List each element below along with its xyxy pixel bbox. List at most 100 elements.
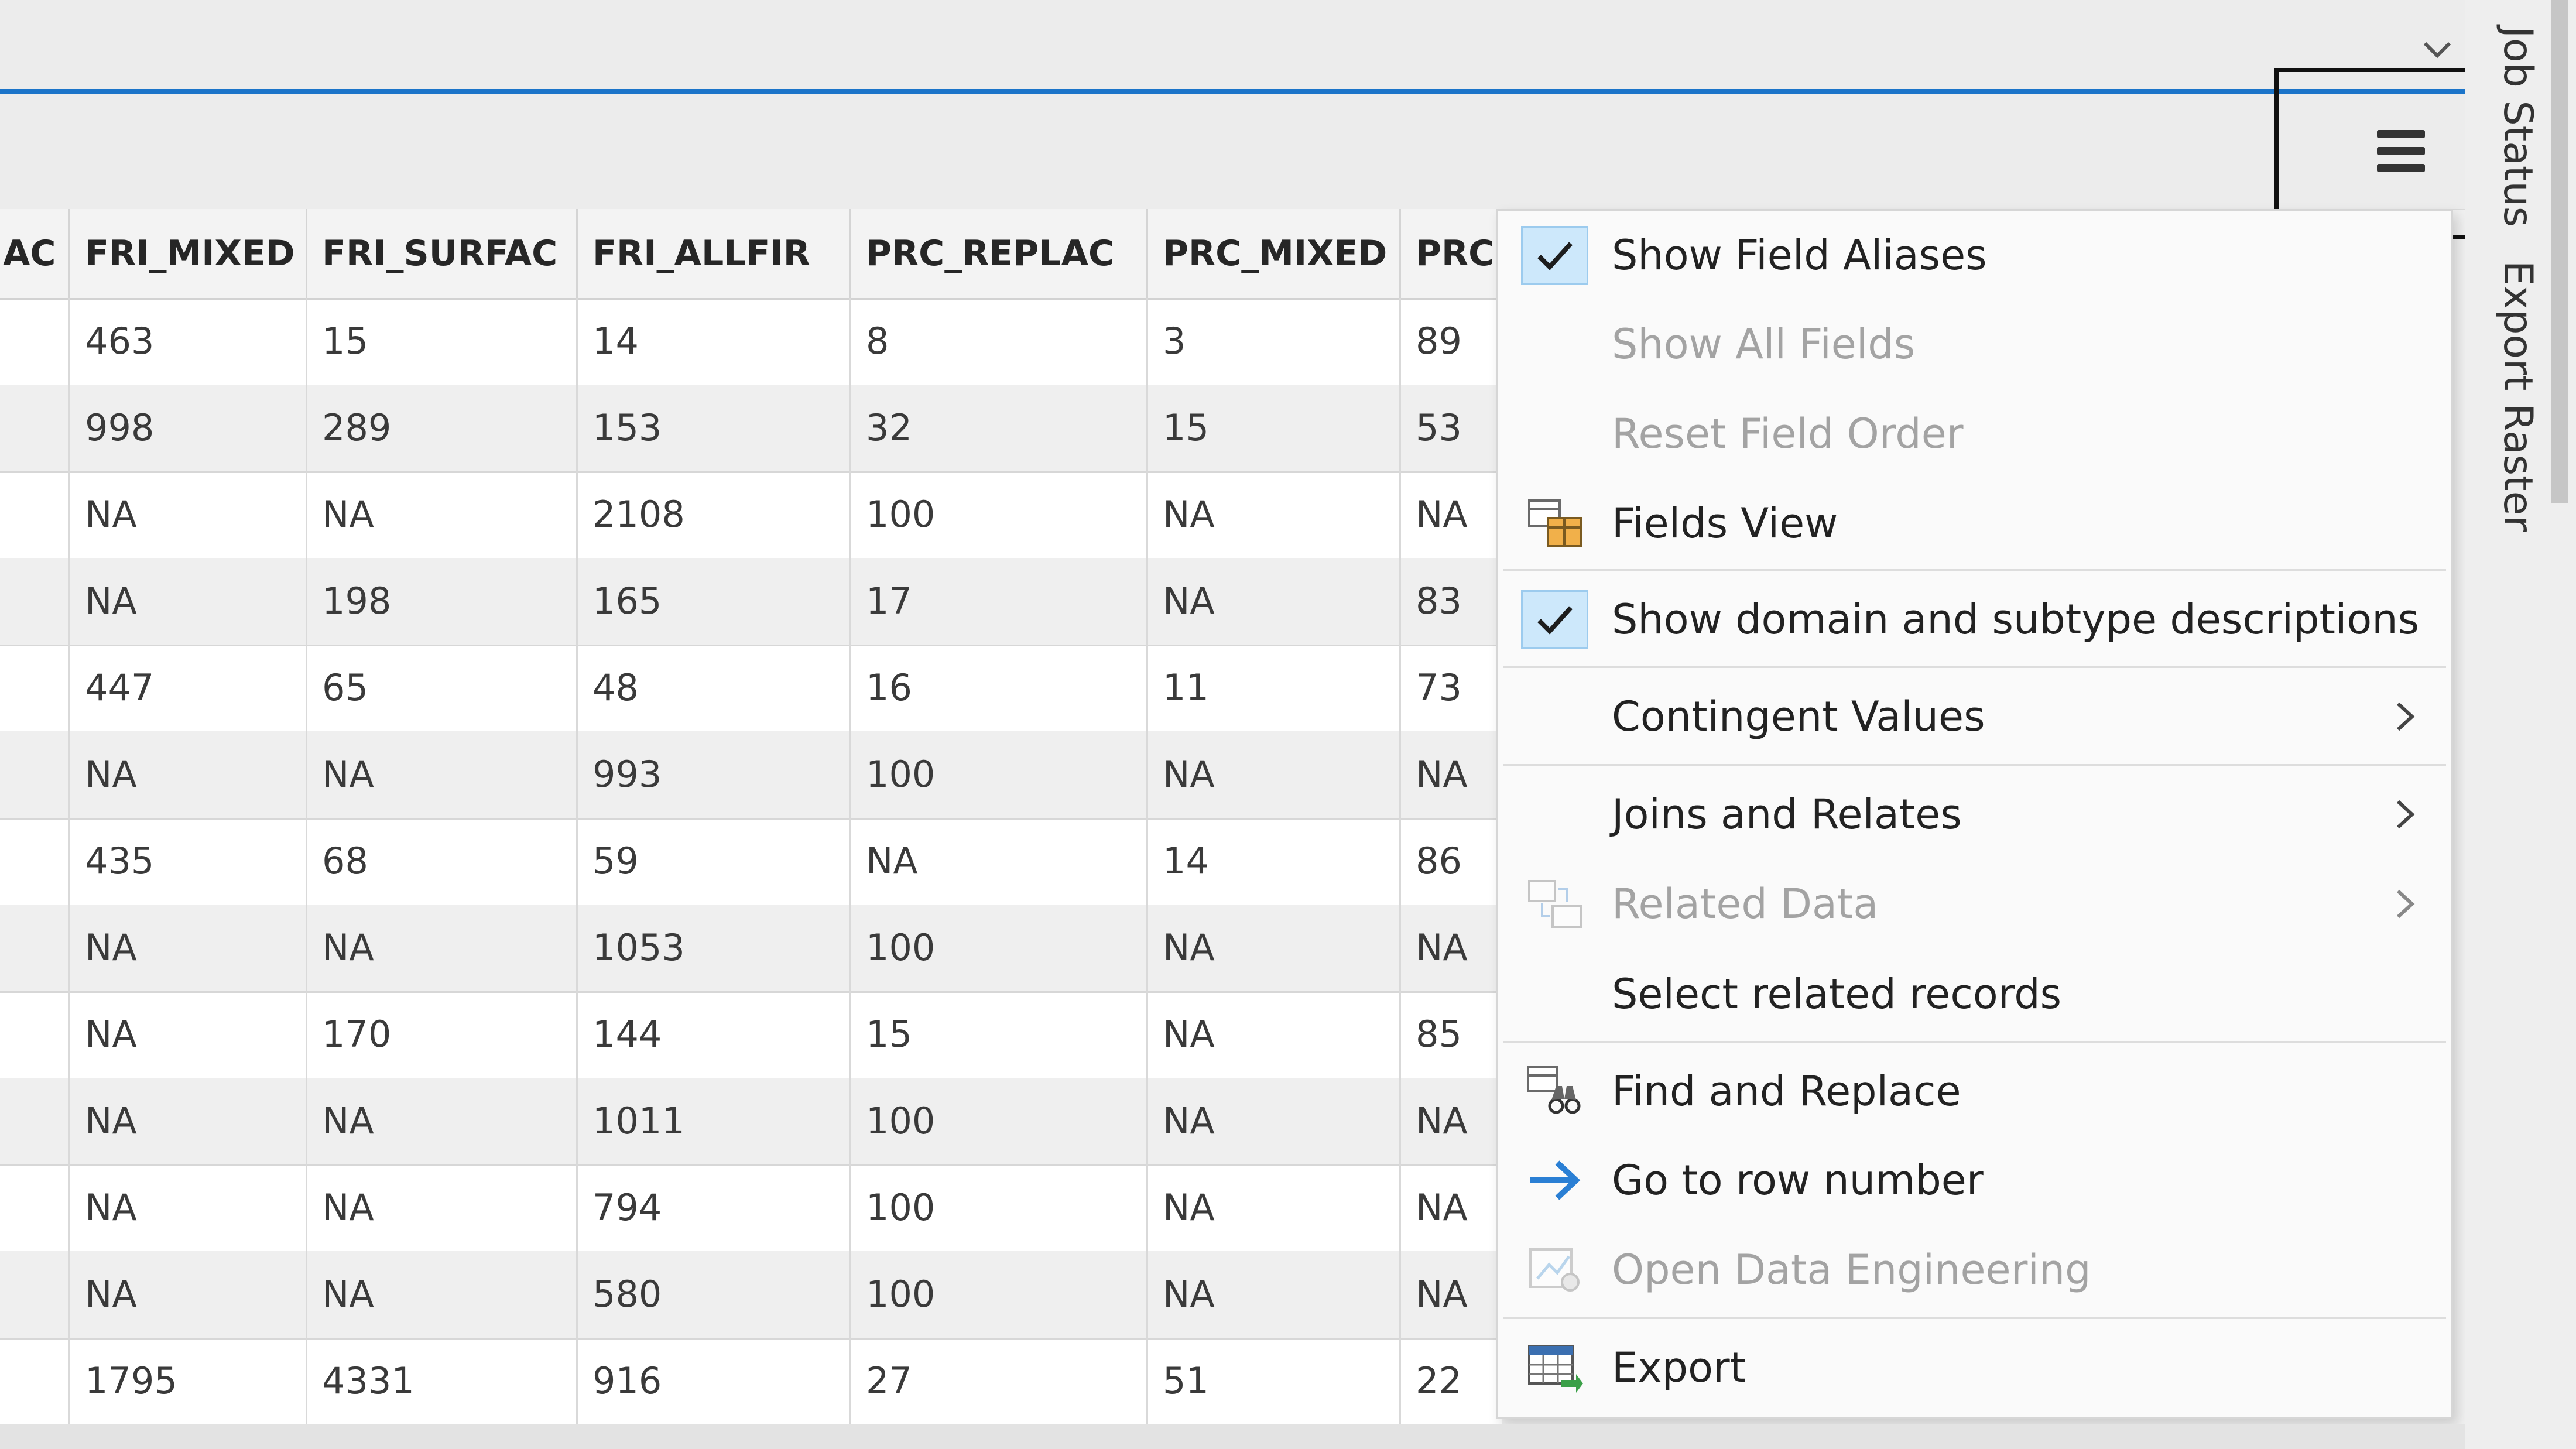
table-cell[interactable]: 165 — [578, 558, 851, 645]
table-cell[interactable]: NA — [307, 1164, 578, 1251]
menu-item-go-to-row-number[interactable]: Go to row number — [1498, 1136, 2452, 1225]
table-row[interactable]: NA NA 2108 100 NA NA — [0, 471, 1502, 560]
table-cell[interactable]: 48 — [578, 645, 851, 731]
table-cell[interactable]: NA — [70, 905, 307, 991]
column-header[interactable]: PRC — [1401, 209, 1502, 298]
table-cell[interactable]: 100 — [851, 1078, 1148, 1164]
table-cell[interactable]: 15 — [851, 991, 1148, 1078]
table-cell[interactable]: 4331 — [307, 1338, 578, 1424]
table-cell[interactable]: 65 — [307, 645, 578, 731]
table-cell[interactable]: NA — [1148, 905, 1401, 991]
menu-item-find-and-replace[interactable]: Find and Replace — [1498, 1047, 2452, 1136]
table-cell[interactable]: NA — [70, 471, 307, 558]
table-cell[interactable]: 993 — [578, 731, 851, 818]
table-cell[interactable]: 17 — [851, 558, 1148, 645]
table-cell[interactable]: 27 — [851, 1338, 1148, 1424]
table-cell[interactable]: NA — [1148, 471, 1401, 558]
table-cell[interactable]: 153 — [578, 385, 851, 471]
table-cell[interactable]: 289 — [307, 385, 578, 471]
menu-item-show-field-aliases[interactable]: Show Field Aliases — [1498, 211, 2452, 300]
table-cell[interactable] — [0, 645, 70, 731]
column-header[interactable]: FRI_MIXED — [70, 209, 307, 298]
table-cell[interactable]: 59 — [578, 818, 851, 905]
table-cell[interactable] — [0, 818, 70, 905]
table-cell[interactable]: 170 — [307, 991, 578, 1078]
table-row[interactable]: NA 170 144 15 NA 85 — [0, 991, 1502, 1080]
tab-export-raster[interactable]: Export Raster — [2495, 261, 2541, 532]
table-cell[interactable] — [0, 298, 70, 385]
table-cell[interactable]: 998 — [70, 385, 307, 471]
table-cell[interactable] — [0, 991, 70, 1078]
table-cell[interactable]: 100 — [851, 731, 1148, 818]
table-cell[interactable] — [0, 385, 70, 471]
column-header[interactable]: AC — [0, 209, 70, 298]
table-cell[interactable]: NA — [1148, 991, 1401, 1078]
menu-item-related-data[interactable]: Related Data — [1498, 859, 2452, 948]
table-cell[interactable]: NA — [1401, 471, 1502, 558]
table-cell[interactable]: NA — [70, 1164, 307, 1251]
table-cell[interactable]: 53 — [1401, 385, 1502, 471]
table-cell[interactable] — [0, 471, 70, 558]
table-cell[interactable]: 14 — [1148, 818, 1401, 905]
menu-item-fields-view[interactable]: Fields View — [1498, 479, 2452, 568]
horizontal-scrollbar[interactable] — [0, 1424, 2465, 1449]
table-cell[interactable]: 100 — [851, 905, 1148, 991]
table-cell[interactable]: NA — [307, 905, 578, 991]
table-row[interactable]: NA NA 794 100 NA NA — [0, 1164, 1502, 1253]
table-cell[interactable]: NA — [70, 1078, 307, 1164]
side-panel-scrollbar[interactable] — [2551, 0, 2568, 503]
table-cell[interactable]: 1011 — [578, 1078, 851, 1164]
menu-item-open-data-engineering[interactable]: Open Data Engineering — [1498, 1225, 2452, 1314]
table-cell[interactable]: NA — [70, 731, 307, 818]
table-cell[interactable]: NA — [70, 991, 307, 1078]
table-row[interactable]: NA NA 580 100 NA NA — [0, 1251, 1502, 1340]
table-cell[interactable]: 580 — [578, 1251, 851, 1338]
table-cell[interactable]: 100 — [851, 471, 1148, 558]
column-header[interactable]: PRC_MIXED — [1148, 209, 1401, 298]
table-row[interactable]: 435 68 59 NA 14 86 — [0, 818, 1502, 906]
table-cell[interactable]: NA — [1148, 1251, 1401, 1338]
table-cell[interactable]: 15 — [307, 298, 578, 385]
column-header[interactable]: PRC_REPLAC — [851, 209, 1148, 298]
table-cell[interactable]: 83 — [1401, 558, 1502, 645]
table-cell[interactable]: NA — [70, 1251, 307, 1338]
table-cell[interactable] — [0, 1164, 70, 1251]
table-cell[interactable]: 463 — [70, 298, 307, 385]
table-cell[interactable]: NA — [851, 818, 1148, 905]
table-row[interactable]: NA NA 1053 100 NA NA — [0, 905, 1502, 993]
menu-item-show-all-fields[interactable]: Show All Fields — [1498, 300, 2452, 389]
tab-job-status[interactable]: Job Status — [2495, 26, 2541, 227]
table-cell[interactable]: NA — [1401, 1251, 1502, 1338]
table-row[interactable]: 998 289 153 32 15 53 — [0, 385, 1502, 473]
table-cell[interactable] — [0, 905, 70, 991]
table-cell[interactable] — [0, 1078, 70, 1164]
table-cell[interactable]: 16 — [851, 645, 1148, 731]
table-cell[interactable]: 3 — [1148, 298, 1401, 385]
table-cell[interactable]: NA — [307, 1078, 578, 1164]
table-cell[interactable]: 86 — [1401, 818, 1502, 905]
table-cell[interactable] — [0, 1251, 70, 1338]
table-row[interactable]: 463 15 14 8 3 89 — [0, 298, 1502, 386]
table-row[interactable]: 447 65 48 16 11 73 — [0, 645, 1502, 733]
table-cell[interactable]: 1053 — [578, 905, 851, 991]
table-cell[interactable]: 32 — [851, 385, 1148, 471]
table-cell[interactable]: NA — [1401, 1164, 1502, 1251]
chevron-down-icon[interactable] — [2421, 40, 2453, 60]
table-cell[interactable]: NA — [1148, 558, 1401, 645]
table-row[interactable]: NA NA 1011 100 NA NA — [0, 1078, 1502, 1166]
table-cell[interactable]: 144 — [578, 991, 851, 1078]
table-row[interactable]: NA NA 993 100 NA NA — [0, 731, 1502, 820]
table-cell[interactable]: 89 — [1401, 298, 1502, 385]
menu-item-export[interactable]: Export — [1498, 1323, 2452, 1412]
menu-item-show-domain-and-subtype-descriptions[interactable]: Show domain and subtype descriptions — [1498, 575, 2452, 664]
table-row[interactable]: 1795 4331 916 27 51 22 — [0, 1338, 1502, 1426]
table-cell[interactable]: 100 — [851, 1251, 1148, 1338]
table-cell[interactable]: 85 — [1401, 991, 1502, 1078]
table-cell[interactable]: 1795 — [70, 1338, 307, 1424]
table-cell[interactable]: 68 — [307, 818, 578, 905]
menu-item-select-related-records[interactable]: Select related records — [1498, 950, 2452, 1039]
menu-item-reset-field-order[interactable]: Reset Field Order — [1498, 389, 2452, 478]
table-cell[interactable]: 435 — [70, 818, 307, 905]
table-cell[interactable]: 198 — [307, 558, 578, 645]
table-row[interactable]: NA 198 165 17 NA 83 — [0, 558, 1502, 646]
